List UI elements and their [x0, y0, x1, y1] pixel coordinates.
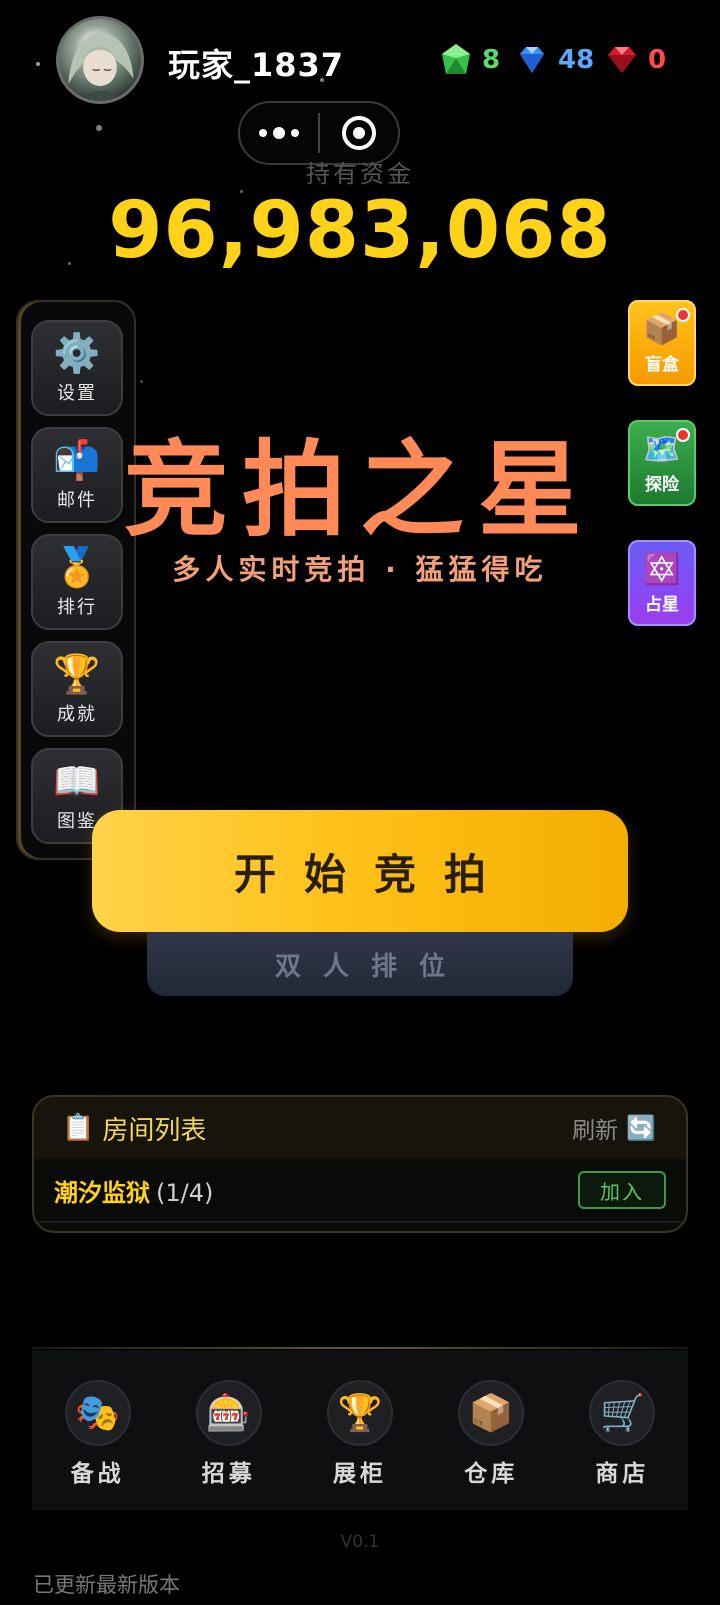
box-icon: 📦 — [458, 1380, 525, 1446]
star — [96, 125, 102, 131]
nav-item-showcase[interactable]: 🏆 展柜 — [294, 1350, 425, 1510]
menu-item-label: 成就 — [57, 704, 97, 725]
duo-ranked-button[interactable]: 双人排位 — [147, 932, 573, 996]
red-ruby-count: 0 — [648, 45, 667, 75]
box-icon: 📦 — [643, 311, 681, 347]
refresh-label: 刷新 — [572, 1118, 619, 1144]
astrology-button[interactable]: 🔯 占星 — [628, 540, 696, 626]
theater-masks-icon: 🎭 — [64, 1380, 131, 1446]
dot-icon — [259, 129, 268, 137]
nav-item-warehouse[interactable]: 📦 仓库 — [426, 1350, 557, 1510]
dot-icon — [291, 129, 300, 137]
room-player-count: (1/4) — [156, 1178, 214, 1207]
room-list-header: 📋 房间列表 刷新 🔄 — [34, 1097, 686, 1159]
close-capsule-button[interactable] — [320, 116, 398, 150]
nav-item-shop[interactable]: 🛒 商店 — [557, 1350, 688, 1510]
green-gem-count: 8 — [482, 45, 501, 75]
astrology-label: 占星 — [645, 594, 679, 615]
star — [140, 380, 143, 383]
bottom-nav-divider — [32, 1347, 688, 1349]
nav-item-label: 展柜 — [333, 1461, 387, 1487]
refresh-icon: 🔄 — [626, 1114, 656, 1142]
avatar[interactable] — [56, 16, 144, 104]
explore-label: 探险 — [645, 474, 679, 495]
room-list-title-text: 房间列表 — [102, 1115, 207, 1146]
blue-diamond-counter[interactable]: 48 — [514, 40, 594, 80]
funds-label: 持有资金 — [306, 160, 414, 188]
version-text: V0.1 — [340, 1532, 380, 1552]
blue-diamond-count: 48 — [558, 45, 595, 75]
green-gem-counter[interactable]: 8 — [438, 40, 500, 80]
notification-badge — [676, 428, 690, 442]
username: 玩家_1837 — [168, 46, 345, 84]
blind-box-button[interactable]: 📦 盲盒 — [628, 300, 696, 386]
menu-item-label: 设置 — [57, 383, 97, 404]
slot-machine-icon: 🎰 — [195, 1380, 262, 1446]
explore-button[interactable]: 🗺️ 探险 — [628, 420, 696, 506]
nav-item-prepare[interactable]: 🎭 备战 — [32, 1350, 163, 1510]
room-list-panel: 📋 房间列表 刷新 🔄 潮汐监狱 (1/4) 加入 — [32, 1095, 688, 1233]
notification-badge — [676, 308, 690, 322]
star — [36, 62, 40, 66]
join-room-button[interactable]: 加入 — [578, 1171, 666, 1209]
book-icon: 📖 — [53, 759, 101, 803]
clipboard-icon: 📋 — [62, 1113, 95, 1143]
nav-item-label: 备战 — [70, 1461, 125, 1487]
duo-ranked-label: 双人排位 — [274, 951, 467, 982]
nav-item-recruit[interactable]: 🎰 招募 — [163, 1350, 294, 1510]
refresh-button[interactable]: 刷新 🔄 — [572, 1111, 656, 1145]
start-auction-label: 开始竞拍 — [233, 849, 514, 899]
menu-item-label: 图鉴 — [57, 811, 97, 832]
update-note: 已更新最新版本 — [33, 1573, 180, 1597]
dot-icon — [273, 127, 286, 139]
start-auction-button[interactable]: 开始竞拍 — [92, 810, 628, 932]
nav-item-label: 商店 — [595, 1461, 650, 1487]
room-name: 潮汐监狱 — [54, 1178, 150, 1207]
red-ruby-counter[interactable]: 0 — [604, 40, 666, 80]
star-of-david-icon: 🔯 — [643, 551, 681, 587]
game-title: 竞拍之星 — [123, 429, 596, 551]
blue-diamond-icon — [514, 42, 550, 78]
room-row: 潮汐监狱 (1/4) 加入 — [34, 1159, 686, 1223]
blind-box-label: 盲盒 — [645, 354, 679, 375]
map-icon: 🗺️ — [643, 431, 681, 467]
shopping-cart-icon: 🛒 — [589, 1380, 656, 1446]
more-options-button[interactable] — [240, 127, 318, 139]
green-gem-icon — [438, 42, 474, 78]
game-subtitle: 多人实时竞拍 · 猛猛得吃 — [172, 553, 548, 586]
trophy-icon: 🏆 — [53, 652, 101, 696]
menu-item-settings[interactable]: ⚙️ 设置 — [31, 320, 123, 416]
menu-item-achievements[interactable]: 🏆 成就 — [31, 641, 123, 737]
red-ruby-icon — [604, 42, 640, 78]
room-info: 潮汐监狱 (1/4) — [54, 1173, 213, 1208]
gear-icon: ⚙️ — [53, 331, 101, 375]
funds-amount: 96,983,068 — [108, 186, 612, 276]
target-icon — [342, 116, 376, 150]
room-list-title: 📋 房间列表 — [62, 1110, 206, 1147]
nav-item-label: 招募 — [201, 1461, 256, 1487]
menu-item-label: 排行 — [57, 597, 97, 618]
nav-item-label: 仓库 — [464, 1461, 519, 1487]
bottom-navigation: 🎭 备战 🎰 招募 🏆 展柜 📦 仓库 🛒 商店 — [32, 1350, 688, 1510]
trophy-icon: 🏆 — [327, 1380, 393, 1446]
